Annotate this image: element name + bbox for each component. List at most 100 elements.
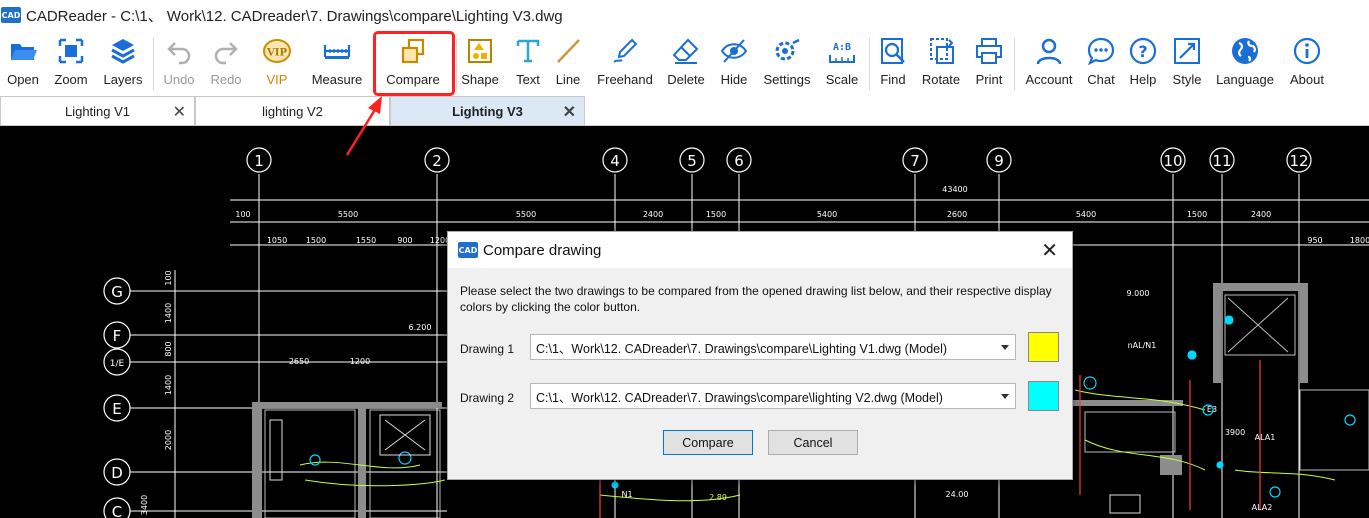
- svg-text:100: 100: [235, 210, 250, 219]
- print-button[interactable]: Print: [969, 30, 1009, 96]
- open-button[interactable]: Open: [0, 30, 46, 96]
- language-button[interactable]: Language: [1212, 30, 1278, 96]
- vip-icon: VIP: [263, 39, 291, 63]
- drawing2-select[interactable]: C:\1、Work\12. CADreader\7. Drawings\comp…: [530, 383, 1016, 409]
- svg-text:9: 9: [994, 152, 1004, 170]
- svg-text:5500: 5500: [516, 210, 536, 219]
- svg-text:3900: 3900: [1225, 428, 1245, 437]
- zoom-icon: [58, 38, 84, 64]
- dialog-title: Compare drawing: [483, 241, 602, 259]
- delete-button[interactable]: Delete: [664, 30, 708, 96]
- dialog-title-bar: CAD Compare drawing ✕: [448, 232, 1072, 268]
- shape-button[interactable]: Shape: [458, 30, 502, 96]
- svg-text:4: 4: [610, 152, 620, 170]
- compare-drawing-dialog: CAD Compare drawing ✕ Please select the …: [447, 231, 1073, 480]
- svg-text:800: 800: [164, 341, 173, 356]
- svg-text:2650: 2650: [289, 357, 309, 366]
- freehand-button[interactable]: Freehand: [592, 30, 658, 96]
- title-bar: CAD CADReader - C:\1、 Work\12. CADreader…: [0, 0, 1369, 30]
- text-icon: [516, 39, 540, 63]
- chat-button[interactable]: Chat: [1082, 30, 1120, 96]
- svg-text:6: 6: [734, 152, 744, 170]
- measure-button[interactable]: Measure: [307, 30, 367, 96]
- freehand-icon: [613, 38, 638, 63]
- drawing1-select[interactable]: C:\1、Work\12. CADreader\7. Drawings\comp…: [530, 334, 1016, 360]
- text-button[interactable]: Text: [508, 30, 548, 96]
- svg-text:C: C: [112, 503, 122, 518]
- chat-icon: [1087, 37, 1115, 66]
- tab-lighting-v2[interactable]: lighting V2: [195, 96, 390, 126]
- account-button[interactable]: Account: [1022, 30, 1076, 96]
- shape-icon: [468, 39, 492, 63]
- drawing1-color-button[interactable]: [1028, 332, 1059, 362]
- svg-text:E: E: [112, 400, 121, 418]
- redo-button[interactable]: Redo: [203, 30, 249, 96]
- about-button[interactable]: About: [1286, 30, 1328, 96]
- svg-text:1500: 1500: [1187, 210, 1207, 219]
- chevron-down-icon: [1001, 394, 1009, 399]
- drawing1-label: Drawing 1: [460, 342, 515, 356]
- eraser-icon: [672, 38, 699, 64]
- tab-lighting-v3[interactable]: Lighting V3 ✕: [390, 96, 585, 126]
- close-icon[interactable]: ✕: [173, 102, 186, 122]
- zoom-button[interactable]: Zoom: [46, 30, 96, 96]
- svg-text:24.00: 24.00: [946, 490, 969, 499]
- toolbar-separator: [153, 38, 154, 90]
- svg-text:5: 5: [687, 152, 697, 170]
- svg-text:E3: E3: [1207, 405, 1217, 414]
- close-icon[interactable]: ✕: [1041, 238, 1058, 263]
- toolbar-separator: [869, 38, 870, 90]
- svg-text:1: 1: [254, 152, 264, 170]
- document-tab-bar: Lighting V1 ✕ lighting V2 Lighting V3 ✕: [0, 96, 1369, 126]
- scale-icon: A:B: [829, 42, 855, 63]
- svg-text:1400: 1400: [164, 303, 173, 323]
- svg-text:1500: 1500: [706, 210, 726, 219]
- svg-text:900: 900: [397, 236, 412, 245]
- hide-button[interactable]: Hide: [714, 30, 754, 96]
- info-icon: [1293, 37, 1321, 65]
- svg-text:10: 10: [1163, 152, 1182, 170]
- layers-button[interactable]: Layers: [96, 30, 150, 96]
- svg-text:1/E: 1/E: [110, 359, 125, 369]
- scale-button[interactable]: A:B Scale: [820, 30, 864, 96]
- compare-confirm-button[interactable]: Compare: [663, 430, 753, 455]
- svg-text:ALA2: ALA2: [1252, 503, 1273, 512]
- svg-text:G: G: [111, 283, 123, 301]
- undo-icon: [167, 42, 191, 65]
- undo-button[interactable]: Undo: [157, 30, 201, 96]
- svg-text:2400: 2400: [1251, 210, 1271, 219]
- layers-icon: [111, 39, 135, 64]
- svg-text:100: 100: [164, 270, 173, 285]
- drawing2-color-button[interactable]: [1028, 381, 1059, 411]
- svg-text:5400: 5400: [817, 210, 837, 219]
- drawing2-label: Drawing 2: [460, 391, 515, 405]
- style-button[interactable]: Style: [1168, 30, 1206, 96]
- app-logo-icon: CAD: [458, 242, 478, 258]
- settings-button[interactable]: Settings: [758, 30, 816, 96]
- svg-text:2000: 2000: [164, 430, 173, 450]
- main-toolbar: Open Zoom Layers Undo Redo VIP VIP Measu…: [0, 30, 1369, 96]
- close-icon[interactable]: ✕: [563, 102, 576, 122]
- svg-text:12: 12: [1289, 152, 1308, 170]
- svg-text:2: 2: [432, 152, 442, 170]
- cancel-button[interactable]: Cancel: [768, 430, 858, 455]
- app-logo-icon: CAD: [1, 7, 21, 23]
- help-button[interactable]: ? Help: [1124, 30, 1162, 96]
- tab-lighting-v1[interactable]: Lighting V1 ✕: [0, 96, 195, 126]
- rotate-button[interactable]: Rotate: [918, 30, 964, 96]
- svg-text:2600: 2600: [947, 210, 967, 219]
- open-folder-icon: [11, 44, 37, 60]
- window-title: CADReader - C:\1、 Work\12. CADreader\7. …: [26, 7, 563, 25]
- line-button[interactable]: Line: [550, 30, 586, 96]
- svg-text:5500: 5500: [338, 210, 358, 219]
- toolbar-separator: [1014, 38, 1015, 90]
- find-button[interactable]: Find: [873, 30, 913, 96]
- svg-text:2.89: 2.89: [709, 493, 727, 502]
- svg-text:2400: 2400: [643, 210, 663, 219]
- svg-text:nAL/N1: nAL/N1: [1128, 341, 1157, 350]
- svg-text:950: 950: [1307, 236, 1322, 245]
- compare-highlight-box: [373, 31, 455, 96]
- svg-text:7: 7: [910, 152, 920, 170]
- vip-button[interactable]: VIP VIP: [254, 30, 300, 96]
- svg-text:1500: 1500: [306, 236, 326, 245]
